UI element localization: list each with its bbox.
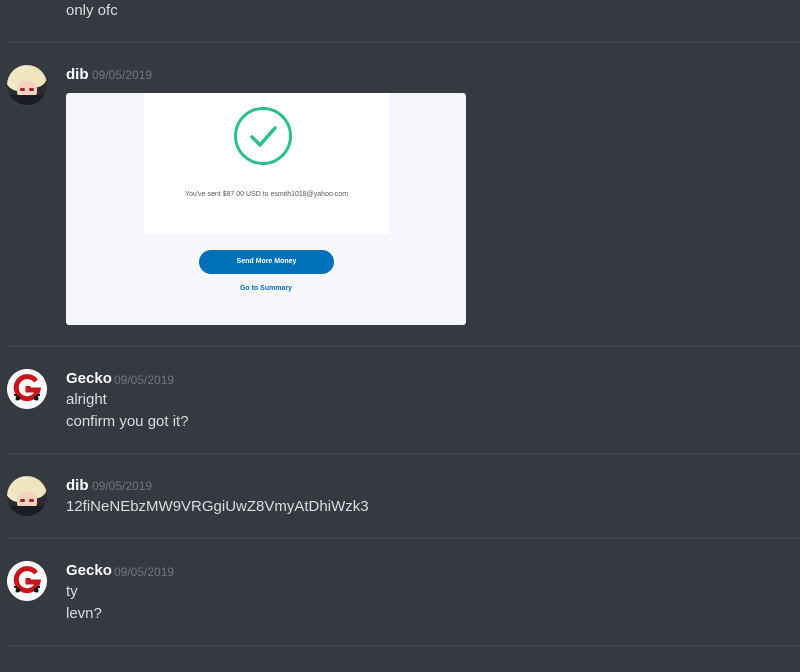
message-divider [8, 538, 800, 539]
message-text: alright [66, 391, 107, 408]
message-text: 12fiNeNEbzMW9VRGgiUwZ8VmyAtDhiWzk3 [66, 498, 369, 515]
message-text: ty [66, 583, 78, 600]
message-divider [8, 346, 800, 347]
user-avatar-dib[interactable] [7, 65, 47, 105]
username-gecko[interactable]: Gecko [66, 370, 112, 387]
message-divider [8, 645, 800, 646]
payment-confirmation-image[interactable]: You've sent $87.00 USD to esmith1018@yah… [66, 93, 466, 325]
user-avatar-dib[interactable] [7, 476, 47, 516]
message-timestamp: 09/05/2019 [92, 68, 153, 82]
user-avatar-gecko[interactable] [7, 369, 47, 409]
send-more-money-button: Send More Money [199, 250, 334, 274]
username-dib[interactable]: dib [66, 477, 89, 494]
message-text: levn? [66, 605, 102, 622]
message-timestamp: 09/05/2019 [114, 565, 175, 579]
message-timestamp: 09/05/2019 [114, 373, 175, 387]
checkmark-icon [234, 107, 292, 165]
g-logo-icon [7, 369, 47, 409]
sent-amount-text: You've sent $87.00 USD to esmith1018@yah… [184, 191, 349, 198]
message-divider [8, 42, 800, 43]
username-gecko[interactable]: Gecko [66, 562, 112, 579]
message-text: confirm you got it? [66, 413, 189, 430]
message-text: only ofc [66, 2, 118, 19]
g-logo-icon [7, 561, 47, 601]
username-dib[interactable]: dib [66, 66, 89, 83]
go-to-summary-link: Go to Summary [239, 285, 293, 292]
message-divider [8, 453, 800, 454]
message-timestamp: 09/05/2019 [92, 479, 153, 493]
confirmation-card: You've sent $87.00 USD to esmith1018@yah… [144, 93, 389, 234]
user-avatar-gecko[interactable] [7, 561, 47, 601]
